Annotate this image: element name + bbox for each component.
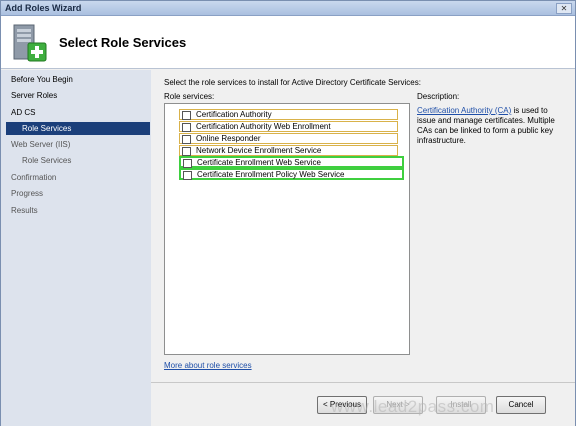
checkbox[interactable] [183,159,192,168]
cancel-button[interactable]: Cancel [496,396,546,414]
role-service-item[interactable]: Certificate Enrollment Web Service [179,156,404,168]
nav-confirmation[interactable]: Confirmation [1,171,151,184]
close-button[interactable]: ✕ [556,3,572,14]
checkbox[interactable] [183,171,192,180]
role-services-list[interactable]: Certification Authority Certification Au… [164,103,410,355]
role-service-label: Certificate Enrollment Policy Web Servic… [197,170,345,179]
server-add-icon [13,24,47,62]
role-service-item[interactable]: Certification Authority Web Enrollment [179,121,398,132]
role-service-item[interactable]: Certification Authority [179,109,398,120]
nav-role-services-adcs[interactable]: Role Services [6,122,150,135]
main-content: Select the role services to install for … [151,70,575,382]
add-roles-wizard-window: Add Roles Wizard ✕ Select Role Services … [0,0,576,426]
nav-web-server-iis[interactable]: Web Server (IIS) [1,138,151,151]
instruction-text: Select the role services to install for … [164,78,421,87]
page-title: Select Role Services [59,35,187,50]
checkbox[interactable] [182,111,191,120]
next-button[interactable]: Next > [373,396,423,414]
description-label: Description: [417,92,460,101]
role-service-item[interactable]: Network Device Enrollment Service [179,145,398,156]
role-service-label: Online Responder [196,134,261,143]
nav-progress[interactable]: Progress [1,187,151,200]
wizard-header: Select Role Services [1,16,575,69]
previous-button[interactable]: < Previous [317,396,367,414]
checkbox[interactable] [182,123,191,132]
checkbox[interactable] [182,135,191,144]
window-title: Add Roles Wizard [5,3,82,13]
description-link[interactable]: Certification Authority (CA) [417,106,511,115]
role-service-item[interactable]: Online Responder [179,133,398,144]
role-service-item[interactable]: Certificate Enrollment Policy Web Servic… [179,168,404,180]
role-service-label: Certification Authority [196,110,272,119]
nav-server-roles[interactable]: Server Roles [1,89,151,102]
role-service-label: Certificate Enrollment Web Service [197,158,321,167]
role-service-label: Certification Authority Web Enrollment [196,122,331,131]
install-button[interactable]: Install [436,396,486,414]
nav-role-services-iis[interactable]: Role Services [1,154,151,167]
nav-ad-cs[interactable]: AD CS [1,106,151,119]
wizard-footer: < Previous Next > Install Cancel [151,382,575,426]
title-bar: Add Roles Wizard ✕ [1,1,575,16]
more-about-role-services-link[interactable]: More about role services [164,361,252,370]
nav-results[interactable]: Results [1,204,151,217]
checkbox[interactable] [182,147,191,156]
nav-before-you-begin[interactable]: Before You Begin [1,73,151,86]
role-services-label: Role services: [164,92,215,101]
description-text: Certification Authority (CA) is used to … [417,106,565,146]
wizard-steps-sidebar: Before You Begin Server Roles AD CS Role… [1,70,151,426]
role-service-label: Network Device Enrollment Service [196,146,322,155]
